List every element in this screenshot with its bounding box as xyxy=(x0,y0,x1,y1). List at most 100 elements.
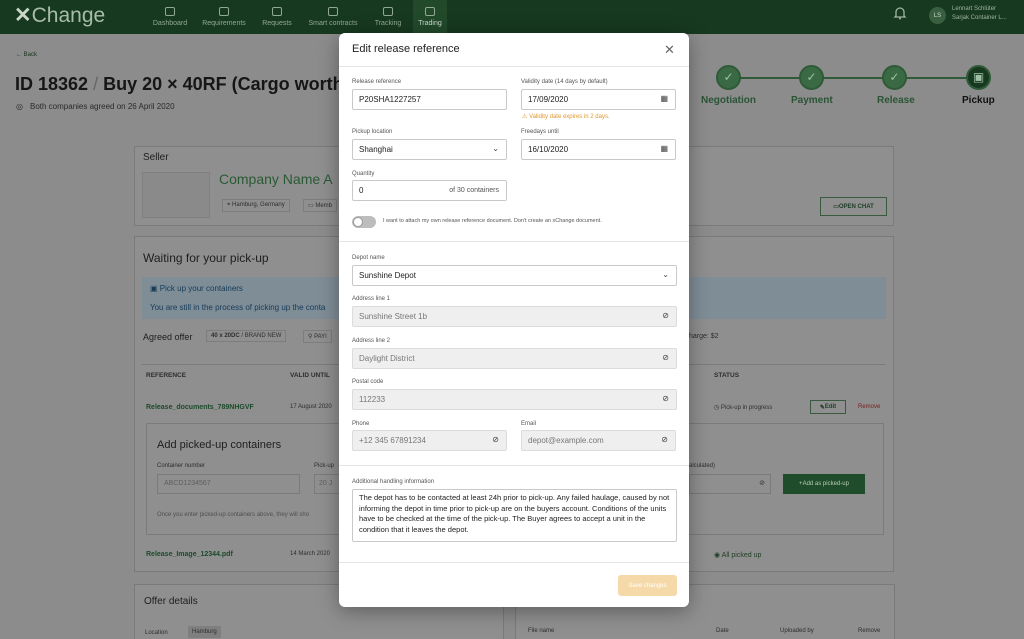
nav-tracking[interactable]: Tracking xyxy=(370,0,406,34)
logo[interactable]: ✕Change xyxy=(14,3,105,28)
close-icon[interactable]: ✕ xyxy=(664,42,675,58)
depot-name-select[interactable]: Sunshine Depot ⌄ xyxy=(352,265,677,286)
offer-badge: 40 x 20DC / BRAND NEW xyxy=(206,330,287,342)
own-document-toggle[interactable] xyxy=(352,216,376,228)
add-as-picked-label: Add as picked-up xyxy=(802,481,849,487)
unlink-icon[interactable]: ⊘ xyxy=(492,435,499,444)
member-label: Memb xyxy=(315,203,333,209)
nav-requirements[interactable]: Requirements xyxy=(200,0,248,34)
add-picked-hint: Once you enter picked-up containers abov… xyxy=(157,512,310,518)
step-negotiation-label: Negotiation xyxy=(701,95,756,106)
unlink-icon[interactable]: ⊘ xyxy=(662,394,669,403)
col-valid-until: VALID UNTIL xyxy=(290,372,330,379)
nav-requests[interactable]: Requests xyxy=(258,0,296,34)
address-line1-label: Address line 1 xyxy=(352,296,391,302)
handling-info-textarea[interactable]: The depot has to be contacted at least 2… xyxy=(352,489,677,542)
step-line xyxy=(728,77,983,79)
freedays-input[interactable]: 16/10/2020 ▦ xyxy=(521,139,676,160)
step-pickup-label: Pickup xyxy=(962,95,995,106)
edit-button[interactable]: ✎ Edit xyxy=(810,400,846,414)
user-company: Sarjak Container L... xyxy=(952,15,1007,21)
modal-divider xyxy=(339,562,689,563)
bell-icon[interactable] xyxy=(893,6,907,20)
open-chat-button[interactable]: ▭ OPEN CHAT xyxy=(820,197,887,216)
freedays-value: 16/10/2020 xyxy=(528,145,569,154)
email-input[interactable]: depot@example.com ⊘ xyxy=(521,430,676,451)
nav-smart-contracts[interactable]: Smart contracts xyxy=(306,0,360,34)
release-reference-input[interactable]: P20SHA1227257 xyxy=(352,89,507,110)
tracking-icon xyxy=(383,7,393,16)
nav-dashboard[interactable]: Dashboard xyxy=(150,0,190,34)
company-name[interactable]: Company Name A xyxy=(219,171,333,187)
quantity-label: Quantity xyxy=(352,171,375,177)
row2-status: ◉ All picked up xyxy=(714,551,761,559)
user-info[interactable]: Lennart Schlüter Sarjak Container L... xyxy=(952,5,1007,23)
pickup-location-label: Pickup location xyxy=(352,129,393,135)
address-line1-input[interactable]: Sunshine Street 1b ⊘ xyxy=(352,306,677,327)
company-location-badge: ⌖ Hamburg, Germany xyxy=(222,199,290,212)
nav-label: Smart contracts xyxy=(308,20,358,27)
validity-warning-text: Validity date expires in 2 days. xyxy=(529,114,610,120)
col-reference: REFERENCE xyxy=(146,372,187,379)
modal-divider xyxy=(339,241,689,242)
calendar-icon[interactable]: ▦ xyxy=(660,144,668,153)
pickup-location-select[interactable]: Shanghai ⌄ xyxy=(352,139,507,160)
avatar[interactable]: LS xyxy=(929,7,946,24)
link-off-icon: ⊘ xyxy=(759,480,765,487)
calculated-label: alculated) xyxy=(689,463,716,469)
col-file-name: File name xyxy=(528,628,555,634)
add-picked-heading: Add picked-up containers xyxy=(157,439,282,451)
row2-valid-until: 14 March 2020 xyxy=(290,551,331,557)
calendar-icon[interactable]: ▦ xyxy=(660,94,668,103)
dashboard-icon xyxy=(165,7,175,16)
requirements-icon xyxy=(219,7,229,16)
page-id: ID 18362 xyxy=(15,74,89,94)
payment-badge-label: PAYI xyxy=(314,334,327,340)
charge-text: harge: $2 xyxy=(689,333,719,340)
warning-icon: ⚠ xyxy=(522,114,530,120)
pickup-heading: Waiting for your pick-up xyxy=(143,251,269,265)
check-circle-icon: ◎ xyxy=(16,102,23,111)
page-title-text: Buy 20 × 40RF (Cargo worthy) i xyxy=(103,74,370,94)
nav-trading[interactable]: Trading xyxy=(413,0,447,34)
pickup-info-title-text: Pick up your containers xyxy=(159,284,243,293)
validity-date-input[interactable]: 17/09/2020 ▦ xyxy=(521,89,676,110)
calculated-input[interactable]: ⊘ xyxy=(689,474,771,494)
row2-status-text: All picked up xyxy=(721,552,762,559)
add-as-picked-button[interactable]: + Add as picked-up xyxy=(783,474,865,494)
address-line2-input[interactable]: Daylight District ⊘ xyxy=(352,348,677,369)
remove-link[interactable]: Remove xyxy=(858,404,880,410)
quantity-input[interactable]: 0 of 30 containers xyxy=(352,180,507,201)
logo-text: Change xyxy=(31,4,106,27)
postal-code-input[interactable]: 112233 ⊘ xyxy=(352,389,677,410)
address-line2-value: Daylight District xyxy=(359,354,415,363)
depot-name-label: Depot name xyxy=(352,255,385,261)
unlink-icon[interactable]: ⊘ xyxy=(661,435,668,444)
open-chat-label: OPEN CHAT xyxy=(838,203,874,210)
depot-name-value: Sunshine Depot xyxy=(359,271,416,280)
quantity-value: 0 xyxy=(359,186,364,195)
title-separator: / xyxy=(93,74,99,94)
smart-contracts-icon xyxy=(328,7,338,16)
requests-icon xyxy=(272,7,282,16)
save-changes-button[interactable]: Save changes xyxy=(618,575,677,596)
modal-divider xyxy=(339,465,689,466)
row1-reference-link[interactable]: Release_documents_789NHGVF xyxy=(146,404,254,411)
phone-input[interactable]: +12 345 67891234 ⊘ xyxy=(352,430,507,451)
nav-label: Tracking xyxy=(374,20,402,27)
row2-reference-link[interactable]: Release_Image_12344.pdf xyxy=(146,551,233,558)
edit-release-modal: Edit release reference ✕ Release referen… xyxy=(339,33,689,607)
step-release-label: Release xyxy=(877,95,915,106)
pickup-location-value: Shanghai xyxy=(359,145,393,154)
container-number-input[interactable]: ABCD1234567 xyxy=(157,474,300,494)
unlink-icon[interactable]: ⊘ xyxy=(662,353,669,362)
company-location: Hamburg, Germany xyxy=(232,202,285,208)
release-reference-label: Release reference xyxy=(352,79,402,85)
top-bar: ✕Change Dashboard Requirements Requests … xyxy=(0,0,1024,34)
unlink-icon[interactable]: ⊘ xyxy=(662,311,669,320)
step-payment-label: Payment xyxy=(791,95,833,106)
chevron-down-icon: ⌄ xyxy=(662,270,669,279)
back-link[interactable]: ← Back xyxy=(16,52,37,58)
step-payment-icon: ✓ xyxy=(799,65,824,90)
nav-label: Requests xyxy=(262,20,292,27)
